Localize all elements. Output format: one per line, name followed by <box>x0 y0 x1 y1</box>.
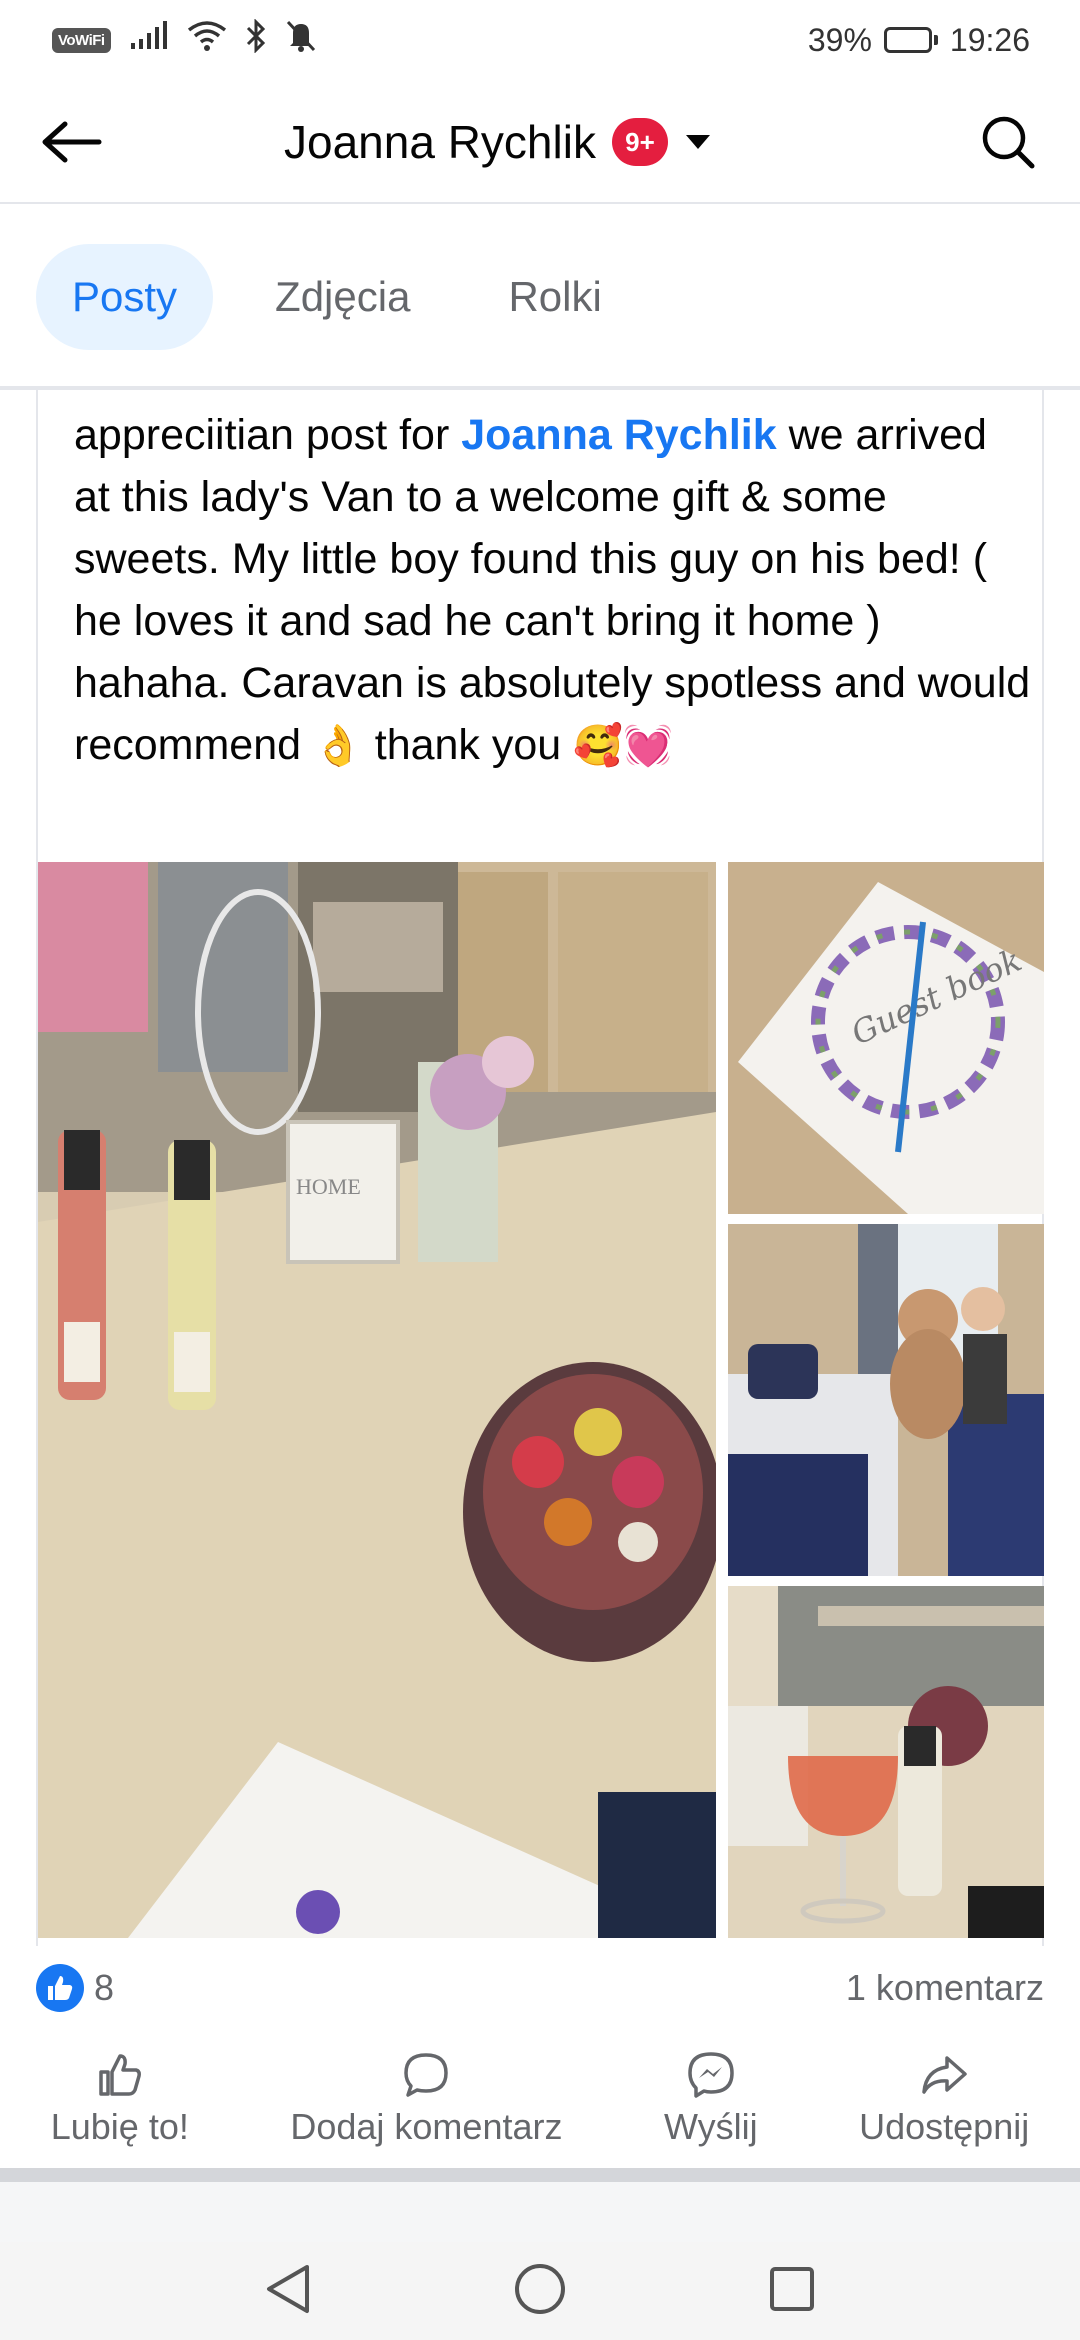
post-photo-table-drinks[interactable] <box>728 1586 1044 1938</box>
system-navigation-bar <box>0 2242 1080 2340</box>
search-button[interactable] <box>976 110 1040 174</box>
post-body: appreciitian post for Joanna Rychlik we … <box>74 404 1034 777</box>
post-photo-main[interactable]: HOME <box>38 862 716 1938</box>
post-actions: Lubię to! Dodaj komentarz Wyślij Udostęp… <box>0 2050 1080 2160</box>
reactions-row: 8 1 komentarz <box>36 1960 1044 2016</box>
thumbs-up-icon <box>99 2054 141 2096</box>
post-photo-boy-teddy[interactable] <box>728 1224 1044 1576</box>
comment-icon <box>404 2053 449 2097</box>
comments-count[interactable]: 1 komentarz <box>846 1967 1044 2009</box>
feed-separator <box>0 2168 1080 2182</box>
mention-link[interactable]: Joanna Rychlik <box>461 411 776 459</box>
send-button[interactable]: Wyślij <box>664 2050 758 2160</box>
post-photo-guestbook[interactable]: Guest book <box>728 862 1044 1214</box>
wifi-icon <box>187 20 227 60</box>
back-button[interactable] <box>40 114 104 170</box>
post-text-after: we arrived at this lady's Van to a welco… <box>74 411 1031 769</box>
mute-bell-icon <box>285 19 317 61</box>
next-post-stub <box>0 2182 1080 2242</box>
photo-grid: HOME Guest book <box>38 862 1044 1938</box>
messenger-icon <box>688 2052 734 2098</box>
nav-home-button[interactable] <box>513 2262 567 2321</box>
likes-count: 8 <box>94 1967 115 2008</box>
like-label: Lubię to! <box>50 2106 189 2147</box>
home-sign-text: HOME <box>296 1174 361 1199</box>
post-card: appreciitian post for Joanna Rychlik we … <box>36 390 1044 1946</box>
triangle-back-icon <box>267 2264 309 2313</box>
ok-hand-emoji: 👌 <box>312 723 363 769</box>
tab-reels[interactable]: Rolki <box>472 244 637 350</box>
like-reaction-icon <box>36 1964 84 2012</box>
arrow-left-icon <box>42 121 102 163</box>
title-dropdown[interactable]: Joanna Rychlik 9+ <box>284 110 712 174</box>
comment-button[interactable]: Dodaj komentarz <box>290 2050 562 2160</box>
likes-summary[interactable]: 8 <box>36 1964 114 2012</box>
app-header: Joanna Rychlik 9+ <box>0 80 1080 204</box>
status-bar: VoWiFi 39% 19:26 <box>0 0 1080 80</box>
search-icon <box>982 116 1035 169</box>
post-text-before: appreciitian post for <box>74 411 462 459</box>
tab-posts[interactable]: Posty <box>36 244 214 350</box>
nav-recents-button[interactable] <box>767 2264 817 2319</box>
battery-percent: 39% <box>807 21 872 58</box>
profile-tabs: Posty Zdjęcia Rolki <box>36 244 638 350</box>
battery-icon <box>883 27 938 53</box>
circle-home-icon <box>515 2263 565 2314</box>
page-title: Joanna Rychlik <box>284 116 596 168</box>
share-label: Udostępnij <box>859 2106 1030 2147</box>
vowifi-indicator: VoWiFi <box>52 27 111 53</box>
notification-badge: 9+ <box>611 118 668 166</box>
bluetooth-icon <box>245 18 267 61</box>
status-left: VoWiFi <box>52 18 317 61</box>
nav-back-button[interactable] <box>263 2262 313 2321</box>
send-label: Wyślij <box>663 2106 758 2147</box>
like-button[interactable]: Lubię to! <box>51 2050 189 2160</box>
comment-label: Dodaj komentarz <box>290 2106 563 2147</box>
square-recents-icon <box>770 2266 814 2311</box>
caret-down-icon <box>684 133 712 151</box>
tab-photos[interactable]: Zdjęcia <box>239 244 446 350</box>
share-arrow-icon <box>922 2056 967 2094</box>
hearts-emoji: 🥰💓 <box>573 723 673 769</box>
status-right: 39% 19:26 <box>808 22 1030 59</box>
signal-icon <box>129 21 169 59</box>
share-button[interactable]: Udostępnij <box>859 2050 1029 2160</box>
post-thank-you: thank you <box>362 721 574 769</box>
clock: 19:26 <box>949 21 1030 58</box>
